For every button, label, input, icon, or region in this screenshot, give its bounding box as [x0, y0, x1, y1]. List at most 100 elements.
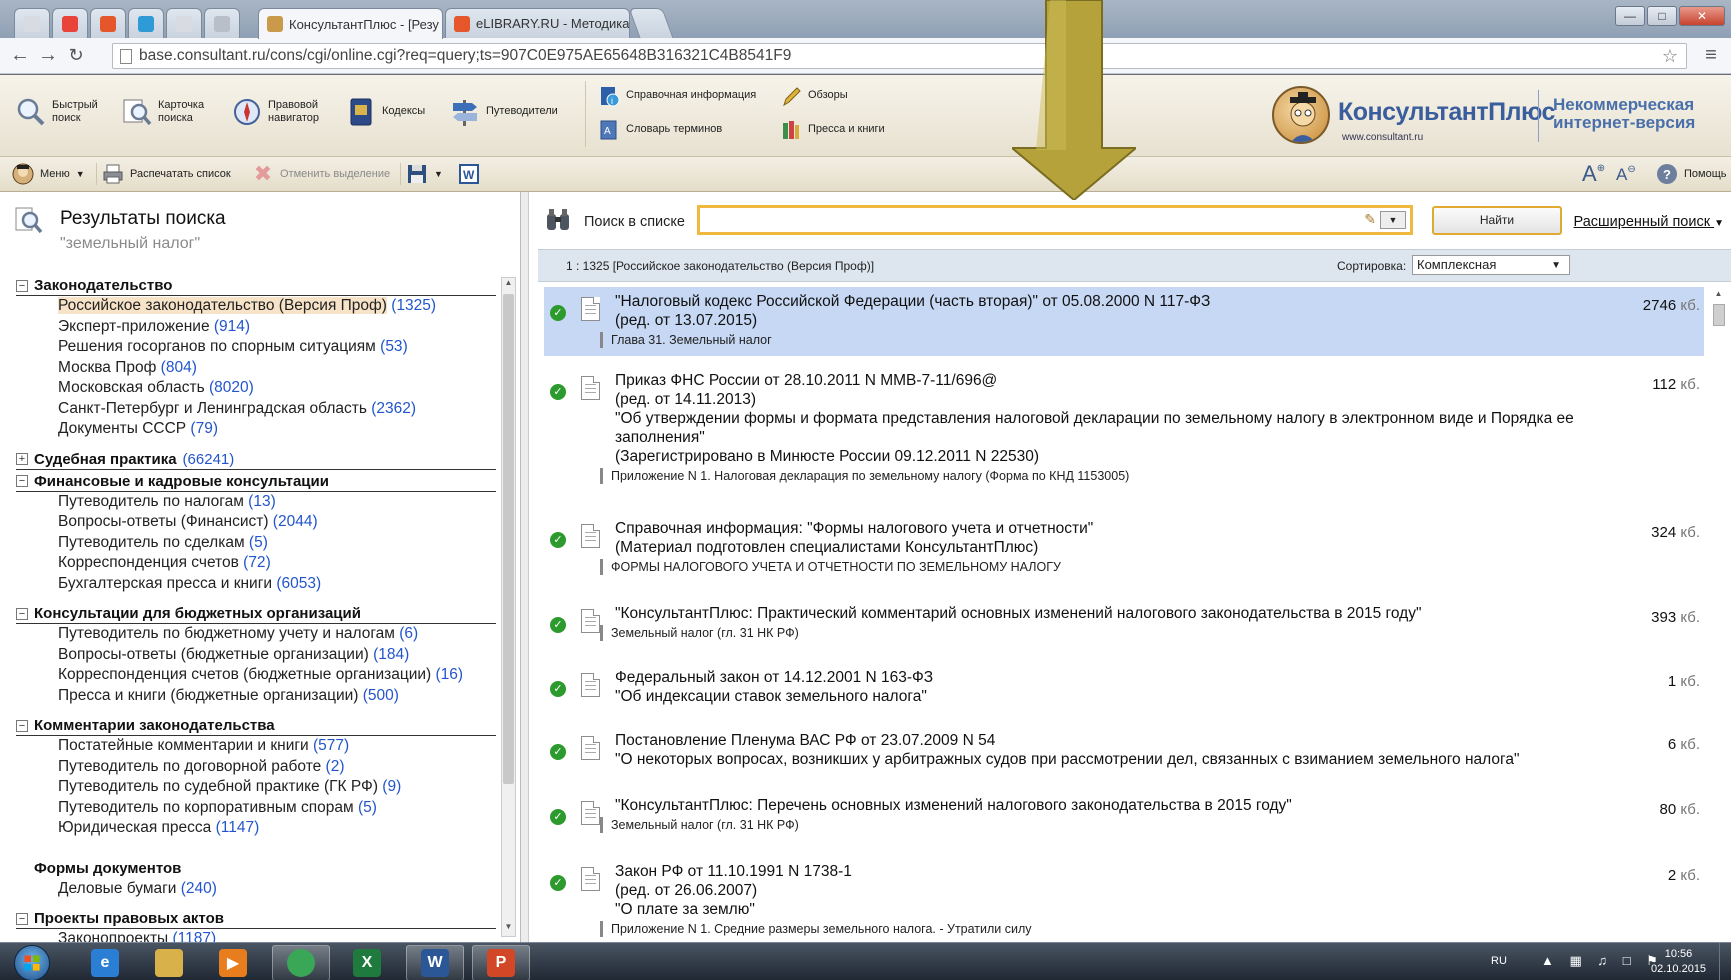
tab-close-icon[interactable]: ×: [629, 16, 630, 32]
legal-navigator-button[interactable]: Правовой навигатор: [232, 97, 332, 127]
help-button[interactable]: ? Помощь: [1656, 163, 1727, 185]
result-fragment[interactable]: Приложение N 1. Налоговая декларация по …: [600, 468, 1704, 484]
result-title[interactable]: "КонсультантПлюс: Практический комментар…: [615, 604, 1644, 623]
browser-tab[interactable]: [166, 8, 202, 38]
clock[interactable]: 10:56 02.10.2015: [1651, 947, 1706, 977]
result-title[interactable]: Постановление Пленума ВАС РФ от 23.07.20…: [615, 731, 1644, 769]
print-list-button[interactable]: Распечатать список: [102, 163, 231, 185]
save-button[interactable]: ▼: [406, 163, 443, 185]
reference-info-button[interactable]: i Справочная информация: [598, 85, 756, 107]
browser-tab[interactable]: [90, 8, 126, 38]
tree-item[interactable]: Вопросы-ответы (Финансист) (2044): [16, 512, 496, 533]
result-item[interactable]: ✓ 2 кб. Закон РФ от 11.10.1991 N 1738-1 (ре…: [544, 857, 1704, 942]
result-item[interactable]: ✓ 393 кб. "КонсультантПлюс: Практический к…: [544, 599, 1704, 649]
tree-item[interactable]: Документы СССР (79): [16, 419, 496, 440]
tree-item[interactable]: Московская область (8020): [16, 378, 496, 399]
guides-button[interactable]: Путеводители: [450, 97, 558, 127]
left-scrollbar[interactable]: ▲ ▼: [501, 277, 516, 937]
taskbar-excel-button[interactable]: X: [338, 945, 396, 980]
scroll-up-icon[interactable]: ▲: [1711, 289, 1726, 301]
find-button[interactable]: Найти: [1432, 206, 1562, 235]
result-title[interactable]: Федеральный закон от 14.12.2001 N 163-ФЗ…: [615, 668, 1644, 706]
tree-group-header[interactable]: − Консультации для бюджетных организаций: [16, 604, 496, 624]
collapse-icon[interactable]: −: [16, 279, 28, 292]
start-button-icon[interactable]: [14, 945, 50, 980]
show-desktop-button[interactable]: [1719, 943, 1731, 980]
result-item[interactable]: ✓ 6 кб. Постановление Пленума ВАС РФ от 23…: [544, 726, 1704, 777]
taskbar-file-explorer-button[interactable]: [140, 945, 198, 980]
collapse-icon[interactable]: −: [16, 912, 28, 925]
tree-item[interactable]: Пресса и книги (бюджетные организации) (…: [16, 686, 496, 707]
tree-item[interactable]: Юридическая пресса (1147): [16, 818, 496, 839]
browser-tab[interactable]: [52, 8, 88, 38]
result-fragment[interactable]: Земельный налог (гл. 31 НК РФ): [600, 817, 1704, 833]
right-scrollbar[interactable]: ▲: [1711, 289, 1728, 942]
result-item[interactable]: ✓ 324 кб. Справочная информация: "Формы на…: [544, 514, 1704, 583]
browser-menu-icon[interactable]: ≡: [1697, 44, 1725, 67]
tree-item[interactable]: Вопросы-ответы (бюджетные организации) (…: [16, 645, 496, 666]
press-books-button[interactable]: Пресса и книги: [780, 119, 885, 141]
tree-item[interactable]: Путеводитель по корпоративным спорам (5): [16, 798, 496, 819]
back-icon[interactable]: ←: [6, 44, 34, 67]
expand-icon[interactable]: +: [16, 453, 28, 465]
taskbar-word-button[interactable]: W: [406, 945, 464, 980]
result-title[interactable]: "Налоговый кодекс Российской Федерации (…: [615, 292, 1644, 330]
tree-item[interactable]: Путеводитель по налогам (13): [16, 492, 496, 513]
font-decrease-button[interactable]: A ⊖: [1616, 164, 1636, 185]
browser-tab[interactable]: [14, 8, 50, 38]
tree-item[interactable]: Постатейные комментарии и книги (577): [16, 736, 496, 757]
collapse-icon[interactable]: −: [16, 475, 28, 487]
collapse-icon[interactable]: −: [16, 607, 28, 620]
tree-item[interactable]: Деловые бумаги (240): [16, 879, 496, 900]
tree-item[interactable]: Российское законодательство (Версия Проф…: [16, 296, 496, 317]
minimize-button[interactable]: —: [1615, 6, 1645, 26]
card-search-button[interactable]: Карточка поиска: [122, 97, 222, 127]
browser-tab[interactable]: eLIBRARY.RU - Методика×: [445, 8, 630, 38]
tree-group-header[interactable]: − Комментарии законодательства: [16, 716, 496, 736]
tree-group-header[interactable]: − Законодательство: [16, 276, 496, 296]
browser-tab[interactable]: [204, 8, 240, 38]
tree-item[interactable]: Москва Проф (804): [16, 358, 496, 379]
result-fragment[interactable]: Земельный налог (гл. 31 НК РФ): [600, 625, 1704, 641]
panel-splitter[interactable]: [521, 192, 529, 942]
result-title[interactable]: Приказ ФНС России от 28.10.2011 N ММВ-7-…: [615, 371, 1644, 466]
result-fragment[interactable]: Приложение N 1. Средние размеры земельно…: [600, 921, 1704, 937]
tree-item[interactable]: Путеводитель по судебной практике (ГК РФ…: [16, 777, 496, 798]
result-item[interactable]: ✓ 112 кб. Приказ ФНС России от 28.10.2011 …: [544, 366, 1704, 492]
forward-icon[interactable]: →: [34, 44, 62, 67]
browser-tab[interactable]: [128, 8, 164, 38]
menu-button[interactable]: Меню ▼: [12, 163, 85, 185]
window-close-button[interactable]: ✕: [1679, 6, 1725, 26]
scroll-thumb[interactable]: [503, 294, 514, 784]
result-title[interactable]: "КонсультантПлюс: Перечень основных изме…: [615, 796, 1644, 815]
result-fragment[interactable]: ФОРМЫ НАЛОГОВОГО УЧЕТА И ОТЧЕТНОСТИ ПО З…: [600, 559, 1704, 575]
taskbar-powerpoint-button[interactable]: P: [472, 945, 530, 980]
tree-item[interactable]: Эксперт-приложение (914): [16, 317, 496, 338]
tree-item[interactable]: Бухгалтерская пресса и книги (6053): [16, 574, 496, 595]
search-history-dropdown-icon[interactable]: ▼: [1380, 211, 1406, 229]
tree-item[interactable]: Законопроекты (1187): [16, 929, 496, 942]
codes-button[interactable]: Кодексы: [346, 97, 425, 127]
tab-close-icon[interactable]: ×: [439, 16, 442, 32]
result-title[interactable]: Справочная информация: "Формы налогового…: [615, 519, 1644, 557]
tree-item[interactable]: Путеводитель по бюджетному учету и налог…: [16, 624, 496, 645]
taskbar-internet-explorer-button[interactable]: e: [76, 945, 134, 980]
tree-group-header[interactable]: + Судебная практика (66241): [16, 450, 496, 470]
result-item[interactable]: ✓ 2746 кб. "Налоговый кодекс Российской Фе…: [544, 287, 1704, 356]
clear-brush-icon[interactable]: ✎: [1364, 211, 1376, 228]
reviews-button[interactable]: Обзоры: [780, 85, 848, 107]
scroll-thumb[interactable]: [1713, 304, 1725, 326]
save-dropdown-icon[interactable]: ▼: [434, 169, 443, 179]
result-item[interactable]: ✓ 1 кб. Федеральный закон от 14.12.2001 N …: [544, 663, 1704, 714]
tree-group-header[interactable]: Формы документов: [16, 859, 496, 879]
tree-group-header[interactable]: − Финансовые и кадровые консультации: [16, 472, 496, 492]
advanced-search-link[interactable]: Расширенный поиск ▼: [1564, 214, 1724, 230]
result-fragment[interactable]: Глава 31. Земельный налог: [600, 332, 1704, 348]
result-title[interactable]: Закон РФ от 11.10.1991 N 1738-1 (ред. от …: [615, 862, 1644, 919]
sort-select[interactable]: Комплексная ▼: [1412, 255, 1570, 275]
new-tab-button[interactable]: [628, 8, 674, 38]
tree-item[interactable]: Путеводитель по договорной работе (2): [16, 757, 496, 778]
browser-tab[interactable]: КонсультантПлюс - [Резу×: [258, 8, 443, 39]
tree-item[interactable]: Решения госорганов по спорным ситуациям …: [16, 337, 496, 358]
tree-group-header[interactable]: − Проекты правовых актов: [16, 909, 496, 929]
